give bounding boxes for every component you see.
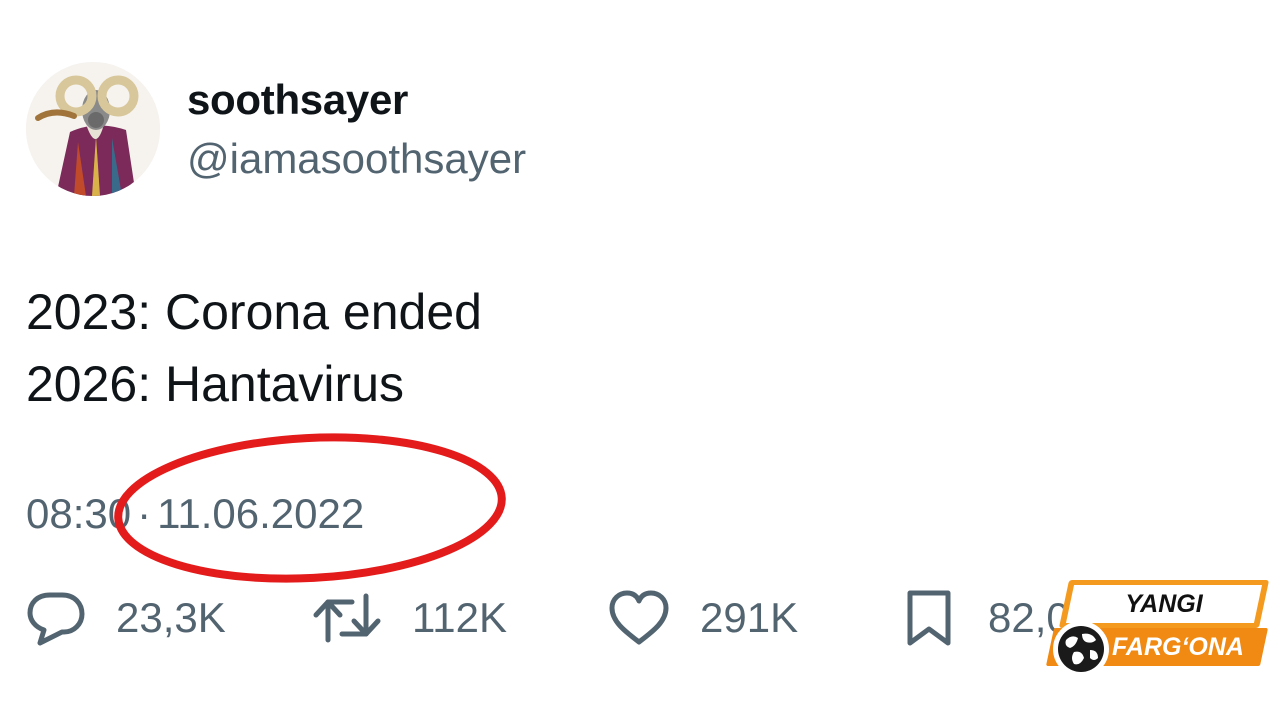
retweet-count: 112K xyxy=(412,594,507,641)
timestamp-time: 08:30 xyxy=(26,490,132,537)
display-name[interactable]: soothsayer xyxy=(187,76,408,124)
timestamp-date: 11.06.2022 xyxy=(157,490,365,537)
user-handle[interactable]: @iamasoothsayer xyxy=(187,135,526,183)
like-count: 291K xyxy=(700,594,799,641)
reply-count: 23,3K xyxy=(116,594,226,641)
reply-button[interactable]: 23,3K xyxy=(26,588,226,648)
globe-icon xyxy=(1053,621,1109,677)
bookmark-icon xyxy=(907,590,951,646)
timestamp-separator: · xyxy=(137,490,152,537)
watermark-logo: YANGI FARG‘ONA xyxy=(1040,572,1280,688)
watermark-bottom-text: FARG‘ONA xyxy=(1112,633,1244,661)
tweet-line: 2026: Hantavirus xyxy=(26,356,405,412)
reply-icon xyxy=(27,592,85,646)
timestamp[interactable]: 08:30 · 11.06.2022 xyxy=(26,490,364,538)
ram-character-avatar-icon xyxy=(26,62,160,196)
tweet-line: 2023: Corona ended xyxy=(26,284,482,340)
avatar[interactable] xyxy=(26,62,160,196)
retweet-icon xyxy=(313,593,381,643)
tweet-text: 2023: Corona ended 2026: Hantavirus xyxy=(26,276,482,420)
like-button[interactable]: 291K xyxy=(608,588,798,648)
heart-icon xyxy=(609,590,669,645)
retweet-button[interactable]: 112K xyxy=(312,588,507,648)
